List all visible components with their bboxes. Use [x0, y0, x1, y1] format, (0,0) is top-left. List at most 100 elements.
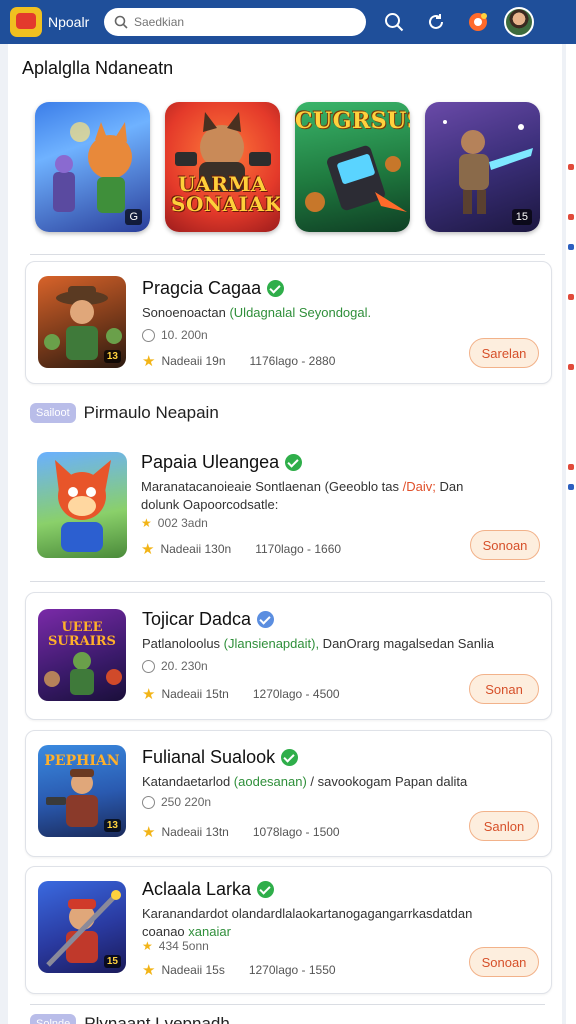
- edge-mark: [568, 244, 574, 250]
- app-card[interactable]: Papaia Uleangea Maranatacanoieaie Sontla…: [25, 440, 552, 574]
- divider: [30, 581, 545, 582]
- verified-icon: [257, 881, 275, 898]
- meta-text: 10. 200n: [161, 328, 208, 342]
- desc-highlight: (Uldagnalal Seyondogal.: [229, 305, 372, 320]
- globe-icon: [142, 795, 155, 809]
- app-card[interactable]: UEEE SURAIRS Tojicar Dadca Patlanoloolus…: [25, 592, 552, 720]
- star-icon: ★: [142, 939, 153, 953]
- star-icon: ★: [142, 962, 156, 979]
- install-button[interactable]: Sonan: [469, 674, 539, 704]
- tile-badge: 15: [511, 209, 532, 225]
- app-description: Patlanoloolus (Jlansienapdait), DanOrarg…: [142, 635, 502, 653]
- desc-highlight: (Jlansienapdait),: [223, 636, 320, 651]
- meta-text: 20. 230n: [161, 659, 208, 673]
- featured-tile-cugrsus[interactable]: CUGRSUS: [295, 102, 410, 232]
- rating-text: Nadeaii 130n: [160, 542, 232, 556]
- app-thumbnail: 15: [38, 881, 126, 973]
- featured-row: G UARMA SONAIAKN CUGRSUS 15: [35, 102, 540, 232]
- category-pill[interactable]: Solnde: [30, 1014, 77, 1024]
- downloads-text: 1170lago - 1660: [255, 542, 342, 556]
- divider: [30, 1004, 545, 1005]
- install-button[interactable]: Sonoan: [469, 947, 539, 977]
- verified-icon: [267, 280, 285, 297]
- app-stats: ★ Nadeaii 13tn 1078lago - 1500: [142, 823, 340, 841]
- app-title-text: Fulianal Sualook: [142, 747, 276, 767]
- globe-icon: [142, 659, 155, 673]
- desc-text: Patlanoloolus: [142, 636, 224, 651]
- tile-badge: G: [125, 209, 142, 225]
- search-input[interactable]: [134, 15, 344, 29]
- featured-tile-space-hero[interactable]: 15: [425, 102, 540, 232]
- featured-tile-hero-cat[interactable]: G: [35, 102, 150, 232]
- desc-text: Katandaetarlod: [142, 774, 234, 789]
- thumb-badge: 13: [103, 350, 121, 363]
- verified-icon: [285, 454, 303, 471]
- app-title: Papaia Uleangea: [141, 452, 303, 473]
- verified-icon: [257, 611, 275, 628]
- app-title: Aclaala Larka: [142, 879, 275, 900]
- avatar[interactable]: [504, 7, 534, 37]
- desc-highlight: xanaiar: [188, 924, 231, 939]
- meta-text: 002 3adn: [157, 516, 208, 530]
- rating-text: Nadeaii 19n: [161, 354, 226, 368]
- refresh-icon[interactable]: [422, 8, 450, 36]
- app-logo[interactable]: [10, 7, 42, 37]
- search-field-icon: [114, 15, 128, 29]
- side-panel-edge: [566, 44, 576, 1024]
- notification-icon[interactable]: [464, 8, 492, 36]
- star-icon: ★: [142, 824, 156, 841]
- rating-text: Nadeaii 15s: [161, 963, 225, 977]
- downloads-text: 1270lago - 4500: [252, 687, 340, 701]
- app-thumbnail: UEEE SURAIRS: [38, 609, 126, 701]
- app-thumbnail: [37, 452, 127, 558]
- tile-title: CUGRSUS: [295, 108, 410, 134]
- thumb-badge: 15: [103, 955, 121, 968]
- app-description: Karanandardot olandardlalaokartanogagang…: [142, 905, 502, 941]
- app-thumbnail: PEPHIAN 13: [38, 745, 126, 837]
- verified-icon: [281, 749, 299, 766]
- featured-tile-jarma-sonaiakn[interactable]: UARMA SONAIAKN: [165, 102, 280, 232]
- sub-header: Solnde Plynaant Lvepnadh: [30, 1014, 230, 1024]
- category-pill[interactable]: Sailoot: [30, 403, 76, 423]
- edge-mark: [568, 214, 574, 220]
- app-meta: ★ 002 3adn: [141, 516, 208, 530]
- rating-text: Nadeaii 15tn: [161, 687, 229, 701]
- app-meta: 250 220n: [142, 795, 211, 809]
- install-button[interactable]: Sarelan: [469, 338, 539, 368]
- star-icon: ★: [142, 686, 156, 703]
- meta-text: 434 5onn: [158, 939, 209, 953]
- thumb-art: UEEE SURAIRS: [44, 620, 122, 695]
- app-stats: ★ Nadeaii 130n 1170lago - 1660: [141, 540, 341, 558]
- desc-highlight: /Daiv;: [402, 479, 436, 494]
- sub-header-label: Pirmaulo Neapain: [83, 403, 219, 422]
- app-logo-text: Npoalr: [48, 14, 90, 30]
- search-icon[interactable]: [380, 8, 408, 36]
- install-button[interactable]: Sanlon: [469, 811, 539, 841]
- svg-text:SURAIRS: SURAIRS: [48, 634, 116, 649]
- top-bar: Npoalr: [0, 0, 576, 44]
- star-icon: ★: [141, 541, 155, 558]
- app-meta: 10. 200n: [142, 328, 208, 342]
- search-bar[interactable]: [104, 8, 366, 36]
- app-stats: ★ Nadeaii 15tn 1270lago - 4500: [142, 685, 340, 703]
- app-card[interactable]: PEPHIAN 13 Fulianal Sualook Katandaetarl…: [25, 730, 552, 857]
- svg-text:UEEE: UEEE: [61, 620, 102, 635]
- section-title: Aplalglla Ndaneatn: [22, 58, 174, 78]
- app-card[interactable]: 15 Aclaala Larka Karanandardot olandardl…: [25, 866, 552, 994]
- install-button[interactable]: Sonoan: [470, 530, 540, 560]
- thumb-art: [55, 460, 111, 552]
- edge-mark: [568, 364, 574, 370]
- downloads-text: 1078lago - 1500: [252, 825, 340, 839]
- divider: [30, 254, 545, 255]
- globe-icon: [142, 328, 155, 342]
- desc-text-rest: DanOrarg magalsedan Sanlia: [319, 636, 494, 651]
- star-icon: ★: [141, 516, 152, 530]
- desc-text: Maranatacanoieaie Sontlaenan (Geeoblo ta…: [141, 479, 403, 494]
- svg-text:PEPHIAN: PEPHIAN: [44, 753, 119, 769]
- desc-text: Sonoenoactan: [142, 305, 230, 320]
- star-icon: ★: [142, 353, 156, 370]
- app-card[interactable]: 13 Pragcia Cagaa Sonoenoactan (Uldagnala…: [25, 261, 552, 384]
- app-title-text: Papaia Uleangea: [141, 452, 280, 472]
- app-stats: ★ Nadeaii 15s 1270lago - 1550: [142, 961, 336, 979]
- downloads-text: 1270lago - 1550: [248, 963, 336, 977]
